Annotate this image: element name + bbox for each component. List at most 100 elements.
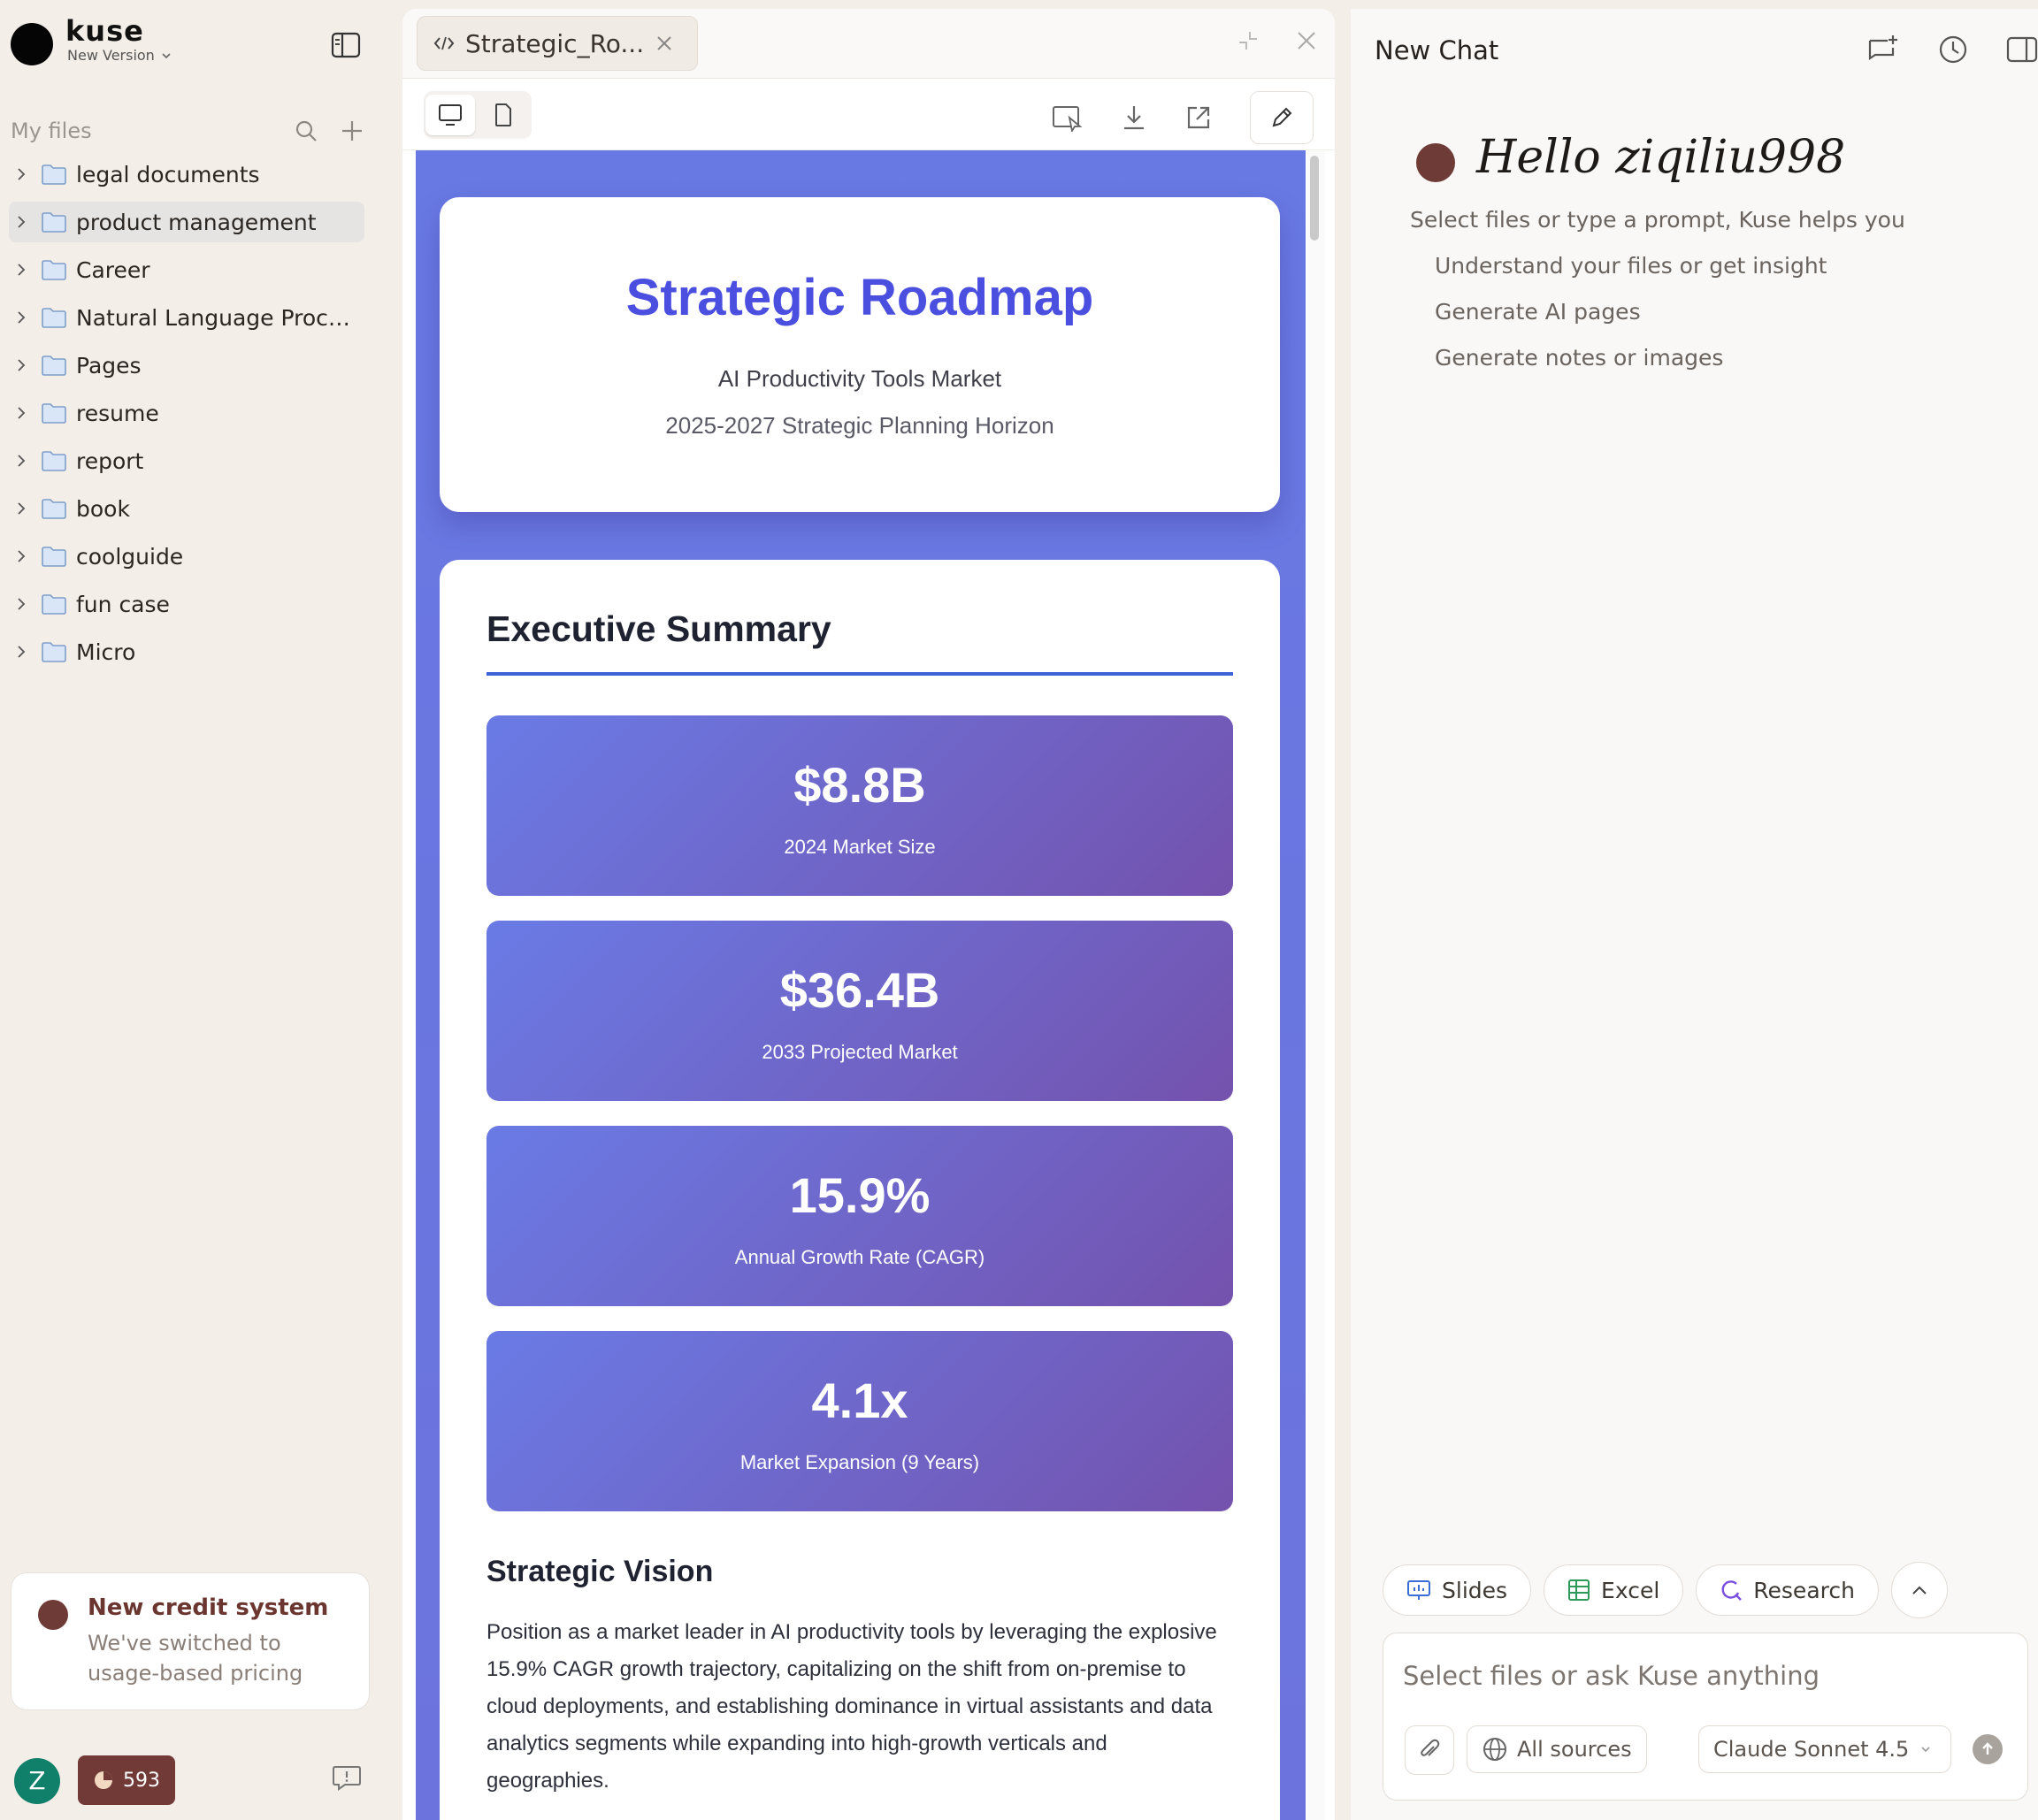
credits-badge[interactable]: 593 [78,1755,175,1805]
folder-item[interactable]: resume [9,393,364,433]
clock-icon[interactable] [1937,34,1969,65]
collapse-button[interactable] [1890,1562,1948,1618]
table-icon [1567,1579,1590,1602]
chevron-right-icon[interactable] [12,452,30,470]
search-icon[interactable] [294,119,318,143]
document-preview: Strategic Roadmap AI Productivity Tools … [416,150,1306,1820]
chat-input[interactable] [1401,1653,2006,1699]
excel-button[interactable]: Excel [1544,1564,1684,1616]
folder-label: product management [76,209,317,235]
scrollbar-track[interactable] [1307,150,1325,1820]
sidebar: kuse New Version My files legal document… [0,0,395,1820]
chat-title: New Chat [1375,35,1499,65]
folder-icon [41,210,67,233]
credit-system-notice[interactable]: New credit system We've switched to usag… [11,1572,370,1710]
chevron-up-icon [1911,1584,1928,1596]
chevron-right-icon[interactable] [12,261,30,279]
metric-value: $8.8B [793,757,926,813]
folder-item[interactable]: legal documents [9,154,364,195]
suggestion-item[interactable]: Understand your files or get insight [1435,253,1827,279]
folder-label: resume [76,400,159,426]
chevron-right-icon[interactable] [12,309,30,326]
metric-card: $8.8B 2024 Market Size [487,715,1233,896]
close-panel-icon[interactable] [1296,30,1317,51]
slides-button[interactable]: Slides [1383,1564,1532,1616]
folder-item[interactable]: book [9,488,364,529]
chevron-down-icon [1919,1743,1932,1755]
folder-item[interactable]: Micro [9,631,364,672]
chevron-right-icon[interactable] [12,595,30,613]
folder-icon [41,497,67,520]
metric-card: 4.1x Market Expansion (9 Years) [487,1331,1233,1511]
folder-label: fun case [76,591,170,617]
external-link-icon[interactable] [1184,103,1213,132]
mobile-view-button[interactable] [479,95,528,135]
version-selector[interactable]: New Version [67,47,172,64]
folder-item[interactable]: Career [9,249,364,290]
planning-horizon: 2025-2027 Strategic Planning Horizon [665,412,1054,439]
suggestion-item[interactable]: Generate notes or images [1435,345,1723,371]
chevron-right-icon[interactable] [12,356,30,374]
folder-icon [41,354,67,377]
sources-label: All sources [1517,1737,1632,1762]
edit-button[interactable] [1250,91,1314,144]
folder-item[interactable]: coolguide [9,536,364,577]
new-chat-icon[interactable] [1866,34,1900,65]
chevron-right-icon[interactable] [12,165,30,183]
folder-label: book [76,495,130,522]
quick-actions: Slides Excel Research [1383,1562,1948,1618]
send-icon [1979,1740,1996,1758]
sources-selector[interactable]: All sources [1467,1725,1647,1773]
chevron-right-icon[interactable] [12,500,30,517]
code-icon [433,34,455,52]
credits-count: 593 [123,1769,160,1792]
folder-icon [41,449,67,472]
my-files-header: My files [11,113,364,149]
folder-item[interactable]: product management [9,202,364,242]
feedback-icon[interactable] [331,1762,363,1793]
my-files-label: My files [11,119,92,143]
research-icon [1720,1579,1743,1602]
collapse-icon[interactable] [1236,28,1260,53]
folder-icon [41,258,67,281]
metric-card: 15.9% Annual Growth Rate (CAGR) [487,1126,1233,1306]
folder-icon [41,401,67,424]
research-button[interactable]: Research [1696,1564,1879,1616]
folder-item[interactable]: report [9,440,364,481]
file-tab[interactable]: Strategic_Ro... [417,16,698,71]
chevron-right-icon[interactable] [12,547,30,565]
folder-item[interactable]: Pages [9,345,364,386]
globe-icon [1482,1736,1508,1763]
plus-icon[interactable] [340,119,364,143]
chevron-right-icon[interactable] [12,643,30,661]
model-selector[interactable]: Claude Sonnet 4.5 [1698,1725,1951,1773]
model-label: Claude Sonnet 4.5 [1713,1737,1910,1762]
folder-label: report [76,447,144,474]
desktop-view-button[interactable] [425,95,475,135]
folder-item[interactable]: fun case [9,584,364,624]
attach-button[interactable] [1405,1725,1454,1775]
version-label: New Version [67,47,155,64]
file-tab-label: Strategic_Ro... [465,28,645,58]
brand-logo [11,23,53,65]
paperclip-icon [1418,1738,1441,1763]
close-icon[interactable] [655,34,674,53]
credit-coin-icon [93,1770,114,1791]
pencil-icon [1269,105,1294,130]
metric-value: $36.4B [779,962,940,1018]
download-icon[interactable] [1121,103,1147,132]
user-avatar[interactable]: Z [14,1758,60,1804]
scrollbar-thumb[interactable] [1310,156,1319,241]
chevron-right-icon[interactable] [12,213,30,231]
panel-icon[interactable] [2006,35,2038,64]
sidebar-toggle-icon[interactable] [331,32,361,58]
annotate-icon[interactable] [1052,103,1084,132]
excel-label: Excel [1601,1577,1660,1603]
chevron-right-icon[interactable] [12,404,30,422]
suggestion-item[interactable]: Generate AI pages [1435,299,1641,325]
desktop-icon [438,103,463,126]
brand-name: kuse [65,14,144,48]
folder-label: coolguide [76,543,184,570]
send-button[interactable] [1973,1734,2003,1764]
folder-item[interactable]: Natural Language Proce... [9,297,364,338]
